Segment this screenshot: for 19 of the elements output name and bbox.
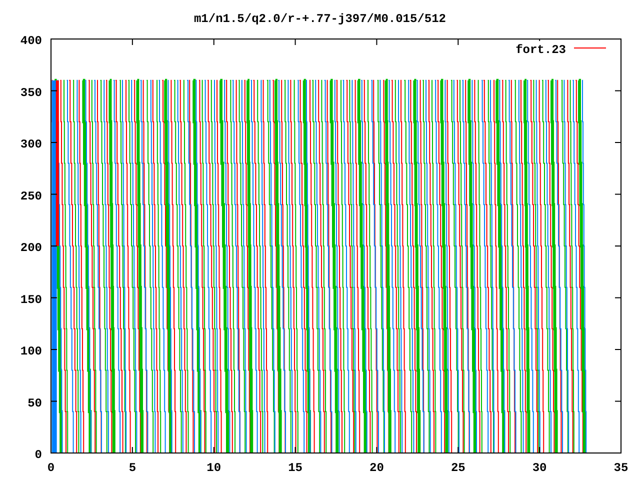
- y-tick-label: 0: [34, 448, 42, 462]
- x-tick-label: 5: [128, 461, 136, 475]
- y-tick-label: 350: [20, 86, 42, 100]
- x-tick-label: 35: [614, 461, 628, 475]
- x-tick-label: 25: [450, 461, 466, 475]
- y-tick-label: 50: [28, 396, 42, 410]
- y-tick-label: 150: [20, 292, 42, 307]
- x-tick-label: 15: [288, 461, 302, 475]
- y-tick-label: 250: [20, 189, 42, 204]
- legend-label: fort.23: [516, 43, 566, 57]
- x-tick-label: 0: [47, 461, 55, 475]
- x-tick-label: 30: [532, 461, 547, 475]
- y-tick-label: 100: [20, 344, 42, 358]
- y-tick-label: 300: [20, 138, 42, 152]
- x-tick-label: 20: [370, 461, 384, 475]
- y-tick-label: 200: [20, 241, 42, 255]
- y-tick-label: 400: [20, 34, 42, 48]
- chart-title: m1/n1.5/q2.0/r-+.77-j397/M0.015/512: [194, 12, 446, 26]
- x-tick-label: 10: [206, 461, 222, 475]
